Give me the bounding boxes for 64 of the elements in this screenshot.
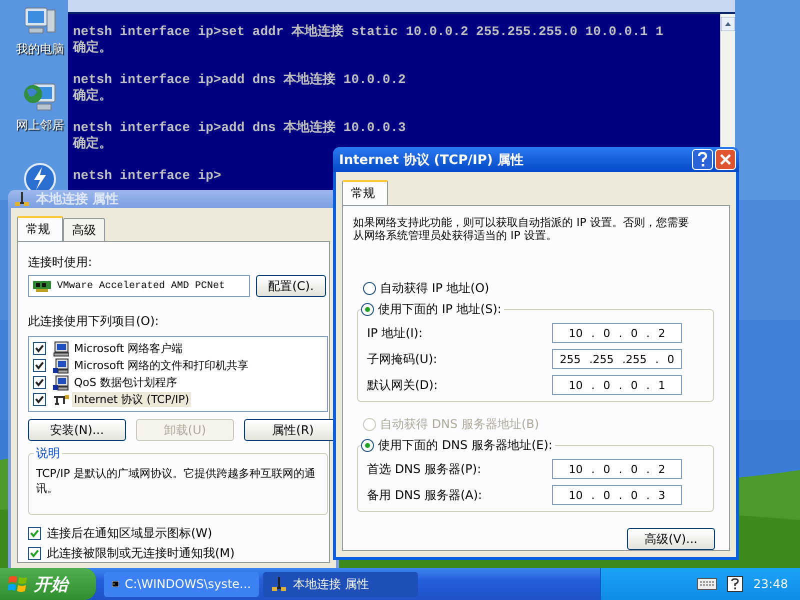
console-output: 确定。 (73, 88, 113, 104)
ip-address-field[interactable]: 10 . 0 . 0 . 2 (552, 459, 682, 479)
description-text: TCP/IP 是默认的广域网协议。它提供跨越多种互联网的通讯。 (36, 466, 316, 496)
list-item[interactable]: Microsoft 网络客户端 (72, 341, 185, 356)
checkbox[interactable] (33, 376, 46, 389)
tab[interactable]: 常规 (342, 180, 388, 205)
ip-address-field[interactable]: 10 . 0 . 0 . 2 (552, 323, 682, 343)
network-connection-icon (14, 191, 30, 207)
dialog-button[interactable]: 安装(N)... (28, 419, 126, 441)
close-icon[interactable] (715, 149, 736, 170)
field-label: IP 地址(I): (367, 324, 423, 342)
list-item[interactable]: QoS 数据包计划程序 (72, 375, 179, 390)
checkbox-label[interactable]: 此连接被限制或无连接时通知我(M) (47, 545, 235, 562)
field-label: 首选 DNS 服务器(P): (367, 460, 482, 478)
console-output: 确定。 (73, 136, 113, 152)
group-title: 说明 (34, 445, 62, 462)
windows-logo-icon (8, 575, 28, 593)
console-output: 确定。 (73, 40, 113, 56)
field-label: 备用 DNS 服务器(A): (367, 486, 482, 504)
checkbox-label[interactable]: 连接后在通知区域显示图标(W) (47, 525, 212, 542)
checkbox[interactable] (33, 359, 46, 372)
radio-label[interactable]: 自动获得 IP 地址(O) (380, 280, 490, 297)
adapter-name: VMware Accelerated AMD PCNet (57, 280, 226, 292)
console-command: netsh interface ip>set addr 本地连接 static 10.0.0.2 255.255.255.0 10.0.0.1 1 (73, 24, 664, 40)
help-icon[interactable] (727, 576, 744, 592)
checkbox[interactable] (28, 547, 41, 560)
field-label: 子网掩码(U): (367, 350, 438, 368)
computer-icon (53, 374, 69, 390)
tab[interactable]: 常规 (17, 216, 63, 241)
scroll-up-icon[interactable] (721, 17, 735, 31)
list-item[interactable]: Internet 协议 (TCP/IP) (72, 392, 192, 407)
taskbar-button[interactable]: C:\WINDOWS\syste... (104, 572, 259, 596)
network-connection-icon (271, 576, 287, 592)
field-label: 默认网关(D): (367, 376, 438, 394)
radio-button[interactable] (361, 439, 374, 452)
console-command: netsh interface ip>add dns 本地连接 10.0.0.2 (73, 72, 407, 88)
help-button-icon[interactable] (692, 149, 713, 170)
radio-button[interactable] (363, 282, 376, 295)
ip-address-field[interactable]: 10 . 0 . 0 . 3 (552, 485, 682, 505)
field-label: 连接时使用: (28, 254, 92, 271)
radio-button[interactable] (361, 303, 374, 316)
checkbox[interactable] (33, 342, 46, 355)
list-item[interactable]: Microsoft 网络的文件和打印机共享 (72, 358, 251, 373)
advanced-button[interactable]: 高级(V)... (627, 528, 715, 550)
computer-icon (53, 340, 69, 356)
network-card-icon (33, 280, 51, 292)
computer-icon (53, 358, 69, 374)
checkbox[interactable] (28, 527, 41, 540)
taskbar-button[interactable]: 本地连接 属性 (263, 572, 418, 596)
lightning-icon[interactable] (24, 163, 56, 190)
radio-label[interactable]: 使用下面的 DNS 服务器地址(E): (378, 437, 552, 454)
checkbox[interactable] (33, 393, 46, 406)
window-title: Internet 协议 (TCP/IP) 属性 (339, 152, 524, 168)
console-command: netsh interface ip>add dns 本地连接 10.0.0.3 (73, 120, 407, 136)
ip-address-field[interactable]: 255 .255 .255 . 0 (552, 349, 682, 369)
radio-label[interactable]: 使用下面的 IP 地址(S): (378, 301, 502, 318)
window-title: 本地连接 属性 (36, 190, 120, 208)
keyboard-icon[interactable] (697, 578, 718, 590)
list-label: 此连接使用下列项目(O): (28, 313, 159, 330)
console-prompt: netsh interface ip> (73, 168, 222, 184)
intro-text: 如果网络支持此功能，则可以获取自动指派的 IP 设置。否则，您需要从网络系统管理员处获得适当的 IP 设置。 (353, 216, 690, 242)
ip-address-field[interactable]: 10 . 0 . 0 . 1 (552, 375, 682, 395)
configure-button[interactable]: 配置(C). (256, 275, 326, 297)
tab[interactable]: 高级 (63, 218, 105, 241)
